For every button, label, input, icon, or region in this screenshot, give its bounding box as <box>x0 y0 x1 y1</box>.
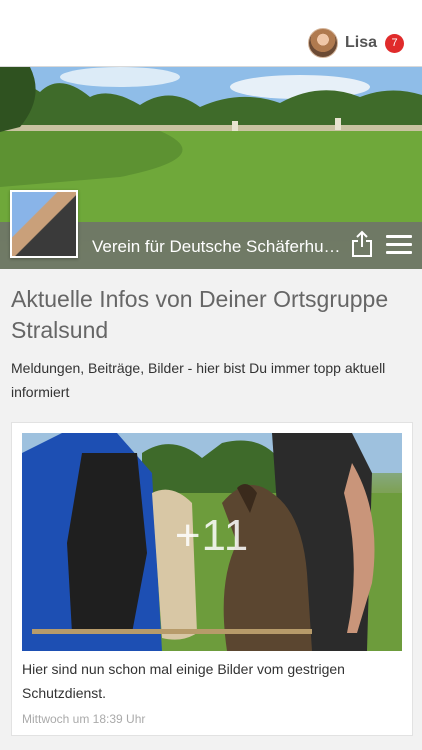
club-profile-image[interactable] <box>10 190 78 258</box>
post-card[interactable]: +11 Hier sind nun schon mal einige Bilde… <box>11 422 413 736</box>
user-avatar[interactable] <box>307 28 338 58</box>
user-name[interactable]: Lisa <box>345 34 377 52</box>
hamburger-menu-icon[interactable] <box>386 235 412 257</box>
user-menu[interactable]: Lisa 7 <box>307 28 404 58</box>
post-photo[interactable]: +11 <box>22 433 402 651</box>
more-photos-count[interactable]: +11 <box>22 511 402 561</box>
section-subtitle: Meldungen, Beiträge, Bilder - hier bist … <box>11 360 386 400</box>
hero-banner: Verein für Deutsche Schäferhunde <box>0 67 422 269</box>
section-title: Aktuelle Infos von Deiner Ortsgruppe Str… <box>11 286 389 343</box>
share-icon[interactable] <box>350 230 374 258</box>
notification-badge[interactable]: 7 <box>385 33 404 53</box>
top-bar: Lisa 7 <box>0 0 422 67</box>
post-timestamp: Mittwoch um 18:39 Uhr <box>22 712 146 726</box>
club-name[interactable]: Verein für Deutsche Schäferhunde <box>92 237 342 257</box>
post-text: Hier sind nun schon mal einige Bilder vo… <box>22 661 345 701</box>
